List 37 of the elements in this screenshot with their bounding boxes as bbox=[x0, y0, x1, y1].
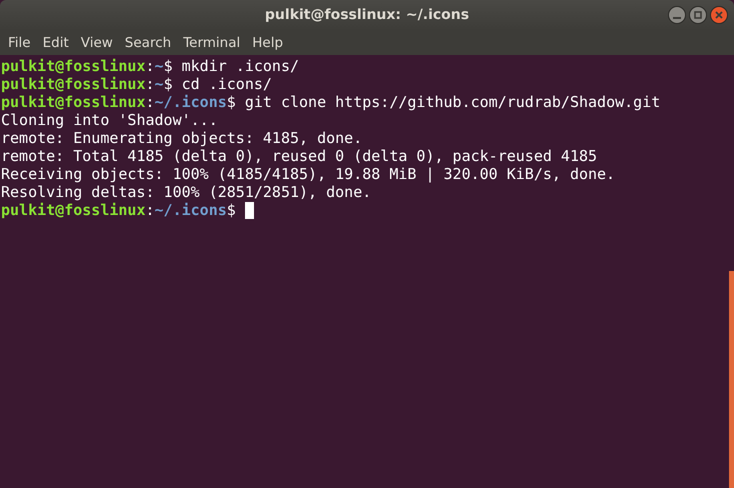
prompt-user: pulkit@fosslinux bbox=[1, 57, 146, 75]
menu-item[interactable]: Search bbox=[118, 34, 178, 50]
close-icon bbox=[715, 11, 723, 19]
command-text: git clone https://github.com/rudrab/Shadow.git bbox=[244, 93, 660, 111]
maximize-icon bbox=[694, 11, 702, 19]
output-line: remote: Total 4185 (delta 0), reused 0 (delta 0), pack-reused 4185 bbox=[1, 147, 598, 165]
prompt-colon: : bbox=[146, 75, 155, 93]
prompt-symbol: $ bbox=[226, 201, 236, 219]
prompt-colon: : bbox=[146, 201, 155, 219]
minimize-button[interactable] bbox=[668, 6, 686, 24]
prompt-path: ~ bbox=[154, 57, 164, 75]
output-line: remote: Enumerating objects: 4185, done. bbox=[1, 129, 362, 147]
prompt-path: ~ bbox=[154, 75, 164, 93]
prompt-path: ~/.icons bbox=[154, 93, 227, 111]
window-title: pulkit@fosslinux: ~/.icons bbox=[264, 7, 470, 23]
menu-item[interactable]: View bbox=[74, 34, 119, 50]
prompt-user: pulkit@fosslinux bbox=[1, 201, 146, 219]
output-line: Resolving deltas: 100% (2851/2851), done. bbox=[1, 183, 372, 201]
menu-item[interactable]: File bbox=[2, 34, 37, 50]
menu-item[interactable]: Help bbox=[246, 34, 290, 50]
prompt-colon: : bbox=[146, 57, 155, 75]
prompt-symbol: $ bbox=[164, 75, 173, 93]
command-text: mkdir .icons/ bbox=[180, 57, 300, 75]
prompt-colon: : bbox=[146, 93, 155, 111]
menu-item[interactable]: Edit bbox=[36, 34, 75, 50]
scrollbar[interactable] bbox=[729, 271, 734, 488]
prompt-symbol: $ bbox=[226, 93, 236, 111]
menu-item[interactable]: Terminal bbox=[177, 34, 246, 50]
command-text: cd .icons/ bbox=[180, 75, 272, 93]
prompt-symbol: $ bbox=[164, 57, 173, 75]
output-line: Receiving objects: 100% (4185/4185), 19.88 MiB | 320.00 KiB/s, done. bbox=[1, 165, 616, 183]
close-button[interactable] bbox=[710, 6, 728, 24]
maximize-button[interactable] bbox=[689, 6, 707, 24]
prompt-user: pulkit@fosslinux bbox=[1, 75, 146, 93]
prompt-path: ~/.icons bbox=[154, 201, 227, 219]
output-line: Cloning into 'Shadow'... bbox=[1, 111, 218, 129]
prompt-user: pulkit@fosslinux bbox=[1, 93, 146, 111]
